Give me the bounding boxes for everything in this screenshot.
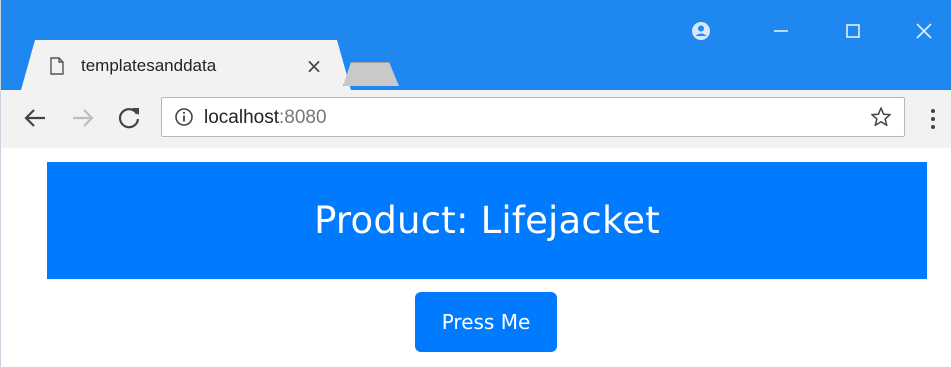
tab-title: templatesanddata bbox=[81, 56, 217, 75]
browser-toolbar: localhost:8080 bbox=[1, 90, 951, 149]
address-bar[interactable]: localhost:8080 bbox=[161, 97, 905, 137]
url-host: localhost bbox=[204, 107, 279, 128]
minimize-icon[interactable] bbox=[761, 16, 801, 46]
url-port: :8080 bbox=[279, 107, 327, 128]
tab-close-icon[interactable]: × bbox=[301, 53, 327, 79]
reload-icon[interactable] bbox=[113, 102, 145, 134]
more-vert-icon[interactable] bbox=[927, 106, 939, 132]
back-arrow-icon[interactable] bbox=[19, 102, 51, 134]
forward-arrow-icon[interactable] bbox=[67, 102, 99, 134]
page-icon bbox=[50, 57, 64, 75]
browser-window: templatesanddata × localhost:8080 Produc… bbox=[0, 0, 951, 367]
info-icon[interactable] bbox=[174, 107, 194, 127]
star-icon[interactable] bbox=[870, 106, 892, 128]
page-content: Product: Lifejacket Press Me bbox=[1, 148, 951, 367]
maximize-icon[interactable] bbox=[833, 16, 873, 46]
url-text[interactable]: localhost:8080 bbox=[204, 107, 327, 129]
press-me-button[interactable]: Press Me bbox=[415, 292, 557, 352]
new-tab-button[interactable] bbox=[343, 62, 399, 86]
title-bar: templatesanddata × bbox=[1, 0, 951, 90]
product-banner: Product: Lifejacket bbox=[47, 162, 927, 279]
window-close-icon[interactable] bbox=[904, 16, 944, 46]
page-title: Product: Lifejacket bbox=[314, 199, 660, 242]
profile-icon[interactable] bbox=[681, 16, 721, 46]
